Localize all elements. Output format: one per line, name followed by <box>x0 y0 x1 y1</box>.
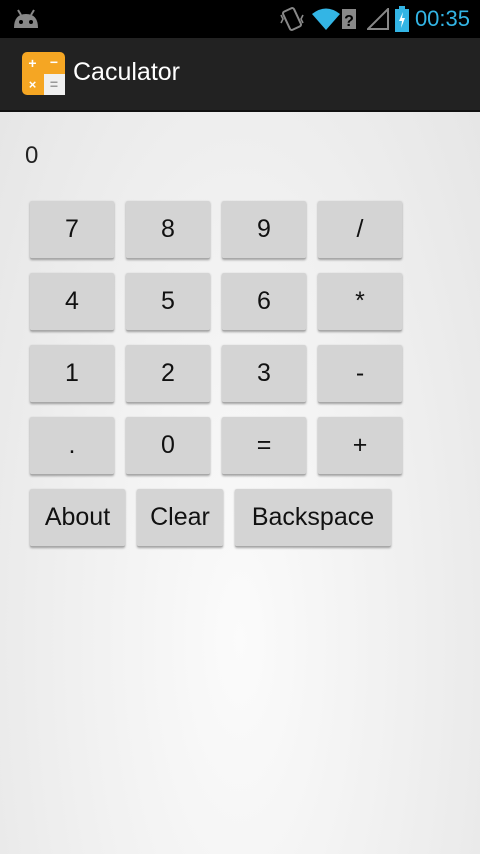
battery-icon <box>394 6 409 32</box>
vibrate-icon <box>280 7 304 31</box>
multiply-button[interactable]: * <box>318 273 402 331</box>
calculator-app-icon: + − × = <box>22 52 65 95</box>
divide-button[interactable]: / <box>318 201 402 259</box>
key-5-button[interactable]: 5 <box>126 273 210 331</box>
wifi-unknown-icon: ? <box>341 9 356 30</box>
about-button[interactable]: About <box>30 489 125 547</box>
svg-text:?: ? <box>344 13 354 30</box>
key-1-button[interactable]: 1 <box>30 345 114 403</box>
equals-button[interactable]: = <box>222 417 306 475</box>
decimal-point-button[interactable]: . <box>30 417 114 475</box>
svg-text:=: = <box>50 76 58 92</box>
svg-text:+: + <box>28 55 36 71</box>
backspace-button[interactable]: Backspace <box>235 489 391 547</box>
android-icon <box>14 9 38 28</box>
result-display: 0 <box>25 142 39 169</box>
add-button[interactable]: + <box>318 417 402 475</box>
key-3-button[interactable]: 3 <box>222 345 306 403</box>
key-7-button[interactable]: 7 <box>30 201 114 259</box>
subtract-button[interactable]: - <box>318 345 402 403</box>
key-6-button[interactable]: 6 <box>222 273 306 331</box>
svg-text:×: × <box>29 77 37 92</box>
status-time: 00:35 <box>414 6 470 31</box>
signal-icon <box>366 8 389 30</box>
key-9-button[interactable]: 9 <box>222 201 306 259</box>
key-2-button[interactable]: 2 <box>126 345 210 403</box>
svg-text:−: − <box>50 54 58 70</box>
key-4-button[interactable]: 4 <box>30 273 114 331</box>
clear-button[interactable]: Clear <box>137 489 223 547</box>
action-bar: + − × = Caculator <box>0 38 480 112</box>
status-bar: ? 00:35 <box>0 0 480 38</box>
key-8-button[interactable]: 8 <box>126 201 210 259</box>
key-0-button[interactable]: 0 <box>126 417 210 475</box>
wifi-icon <box>311 8 340 30</box>
app-title: Caculator <box>73 58 180 86</box>
